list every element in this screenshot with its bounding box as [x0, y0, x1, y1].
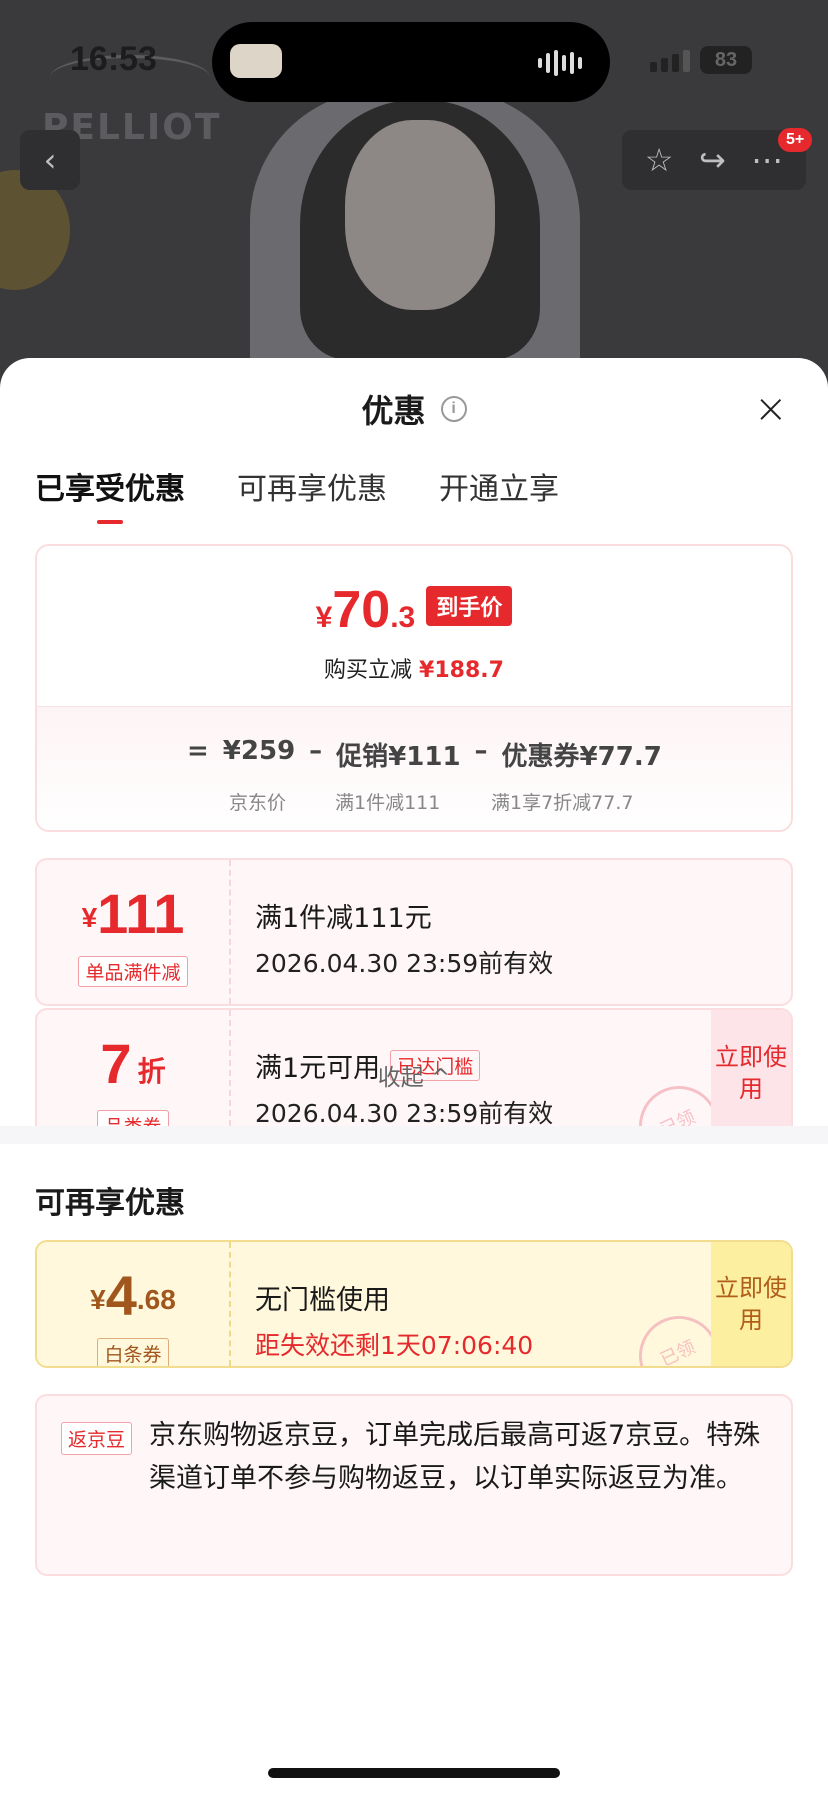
tab-activate[interactable]: 开通立享	[439, 464, 559, 508]
more-icon[interactable]: ⋯	[751, 141, 783, 179]
share-icon[interactable]: ↪	[699, 141, 726, 179]
baitiao-coupon-card[interactable]: ¥4.68 白条券 无门槛使用 距失效还剩1天07:06:40 已领 立即使用	[35, 1240, 793, 1368]
coupon-countdown: 距失效还剩1天07:06:40	[255, 1331, 534, 1360]
discount-sheet: 优惠 i × 已享受优惠 可再享优惠 开通立享 ¥70.3 到手价 购买立减 ¥…	[0, 358, 828, 1796]
info-icon[interactable]: i	[440, 396, 467, 422]
cellular-signal-icon	[650, 50, 690, 72]
coupon-value: ¥4.68 白条券	[37, 1242, 231, 1366]
audio-wave-icon	[538, 50, 582, 76]
status-time: 16:53	[70, 40, 157, 78]
coupon-title: 满1件减111元	[255, 903, 432, 934]
close-icon[interactable]: ×	[754, 389, 788, 429]
discount-tabs: 已享受优惠 可再享优惠 开通立享	[35, 464, 559, 524]
star-icon[interactable]: ☆	[645, 141, 674, 179]
coupon-decimal: .68	[136, 1284, 176, 1315]
coupon-card[interactable]: ¥111 单品满件减 满1件减111元 2026.04.30 23:59前有效	[35, 858, 793, 1006]
coupon-value: ¥111 单品满件减	[37, 860, 231, 1004]
final-price-card: ¥70.3 到手价 购买立减 ¥188.7 = ¥259 – 促销¥111 – …	[35, 544, 793, 832]
formula-coupon: 优惠券¥77.7	[501, 742, 662, 772]
formula-minus: –	[474, 736, 488, 766]
collapse-button[interactable]: 收起 ^	[0, 1058, 828, 1092]
chevron-left-icon: ‹	[43, 141, 57, 179]
formula-minus: –	[309, 736, 323, 766]
formula-equals: =	[187, 736, 209, 766]
bean-tag: 返京豆	[61, 1422, 133, 1455]
more-discounts-title: 可再享优惠	[35, 1186, 185, 1221]
final-price-currency: ¥	[315, 601, 333, 634]
coupon-amount: 111	[97, 882, 185, 945]
jd-bean-rebate-card: 返京豆 京东购物返京豆，订单完成后最高可返7京豆。特殊渠道订单不参与购物返豆，以…	[35, 1394, 793, 1576]
sublabel-jd-price: 京东价	[229, 792, 287, 814]
sublabel-coupon: 满1享7折减77.7	[491, 792, 634, 814]
battery-icon: 83	[700, 46, 752, 74]
coupon-currency: ¥	[81, 902, 98, 933]
coupon-type-label: 单品满件减	[78, 956, 188, 987]
formula-promotion: 促销¥111	[336, 742, 461, 772]
coupon-validity: 2026.04.30 23:59前有效	[255, 1099, 554, 1128]
back-button[interactable]: ‹	[20, 130, 80, 190]
sublabel-promotion: 满1件减111	[335, 792, 441, 814]
tab-enjoyed[interactable]: 已享受优惠	[35, 464, 185, 524]
reduce-label: 购买立减	[324, 658, 413, 683]
home-indicator[interactable]	[268, 1768, 560, 1778]
coupon-validity: 2026.04.30 23:59前有效	[255, 949, 554, 978]
sheet-title: 优惠	[361, 392, 426, 430]
dynamic-island	[212, 22, 610, 102]
product-hero: PELLIOT 16:53 83 ‹ ☆ ↪ ⋯ 5+	[0, 0, 828, 400]
final-price-tag: 到手价	[426, 586, 513, 626]
coupon-currency: ¥	[90, 1284, 106, 1315]
message-count-badge: 5+	[778, 128, 813, 152]
formula-base-price: ¥259	[222, 736, 296, 766]
use-now-button[interactable]: 立即使用	[711, 1242, 791, 1366]
coupon-amount: 4	[105, 1264, 137, 1327]
final-price-decimal: .3	[390, 601, 416, 634]
tab-more[interactable]: 可再享优惠	[237, 464, 387, 508]
section-divider	[0, 1126, 828, 1144]
coupon-title: 无门槛使用	[255, 1285, 390, 1316]
model-face	[345, 120, 495, 310]
reduce-value: ¥188.7	[419, 658, 504, 683]
final-price-amount: 70	[332, 581, 391, 639]
bean-description: 京东购物返京豆，订单完成后最高可返7京豆。特殊渠道订单不参与购物返豆，以订单实际…	[149, 1420, 761, 1494]
price-formula: = ¥259 – 促销¥111 – 优惠券¥77.7	[187, 736, 662, 773]
coupon-type-label: 白条券	[97, 1338, 169, 1366]
now-playing-avatar	[230, 44, 282, 78]
